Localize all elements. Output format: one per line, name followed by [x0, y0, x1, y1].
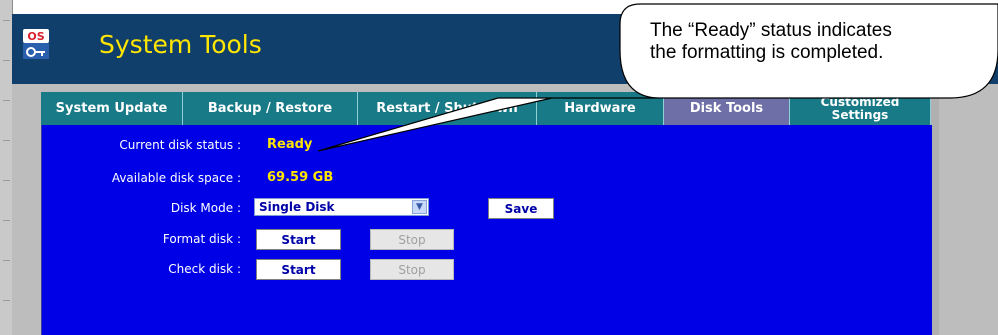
tab-customized-settings[interactable]: Customized Settings — [790, 92, 931, 125]
format-disk-stop-button[interactable]: Stop — [370, 229, 454, 250]
disk-mode-label: Disk Mode : — [170, 201, 241, 215]
window-right-edge — [931, 92, 939, 335]
app-title: System Tools — [99, 30, 262, 59]
disk-tools-panel: Current disk status : Ready Available di… — [41, 125, 932, 335]
current-disk-status-label: Current disk status : — [119, 138, 241, 152]
logo-text: OS — [27, 30, 44, 43]
callout-line-1: The “Ready” status indicates — [650, 20, 892, 41]
tab-restart-shutdown[interactable]: Restart / Shutdown — [358, 92, 537, 125]
callout-line-2: the formatting is completed. — [650, 42, 884, 63]
check-disk-stop-button[interactable]: Stop — [370, 259, 454, 280]
save-button[interactable]: Save — [488, 198, 554, 219]
available-disk-space-value: 69.59 GB — [267, 170, 334, 185]
chevron-down-icon[interactable]: ▼ — [412, 200, 427, 214]
tab-disk-tools[interactable]: Disk Tools — [664, 92, 790, 125]
check-disk-label: Check disk : — [168, 262, 241, 276]
check-disk-start-button[interactable]: Start — [256, 259, 341, 280]
disk-mode-select[interactable]: Single Disk ▼ — [254, 198, 429, 216]
disk-mode-selected-value: Single Disk — [259, 200, 335, 214]
tab-bar: System Update Backup / Restore Restart /… — [41, 92, 931, 125]
available-disk-space-label: Available disk space : — [111, 171, 241, 185]
current-disk-status-value: Ready — [267, 137, 313, 152]
tab-hardware[interactable]: Hardware — [537, 92, 664, 125]
tab-system-update[interactable]: System Update — [41, 92, 183, 125]
callout-text: The “Ready” status indicates the formatt… — [650, 20, 980, 64]
tab-backup-restore[interactable]: Backup / Restore — [183, 92, 358, 125]
format-disk-start-button[interactable]: Start — [256, 229, 341, 250]
os-tools-logo-icon: OS — [23, 29, 49, 59]
format-disk-label: Format disk : — [162, 232, 241, 246]
